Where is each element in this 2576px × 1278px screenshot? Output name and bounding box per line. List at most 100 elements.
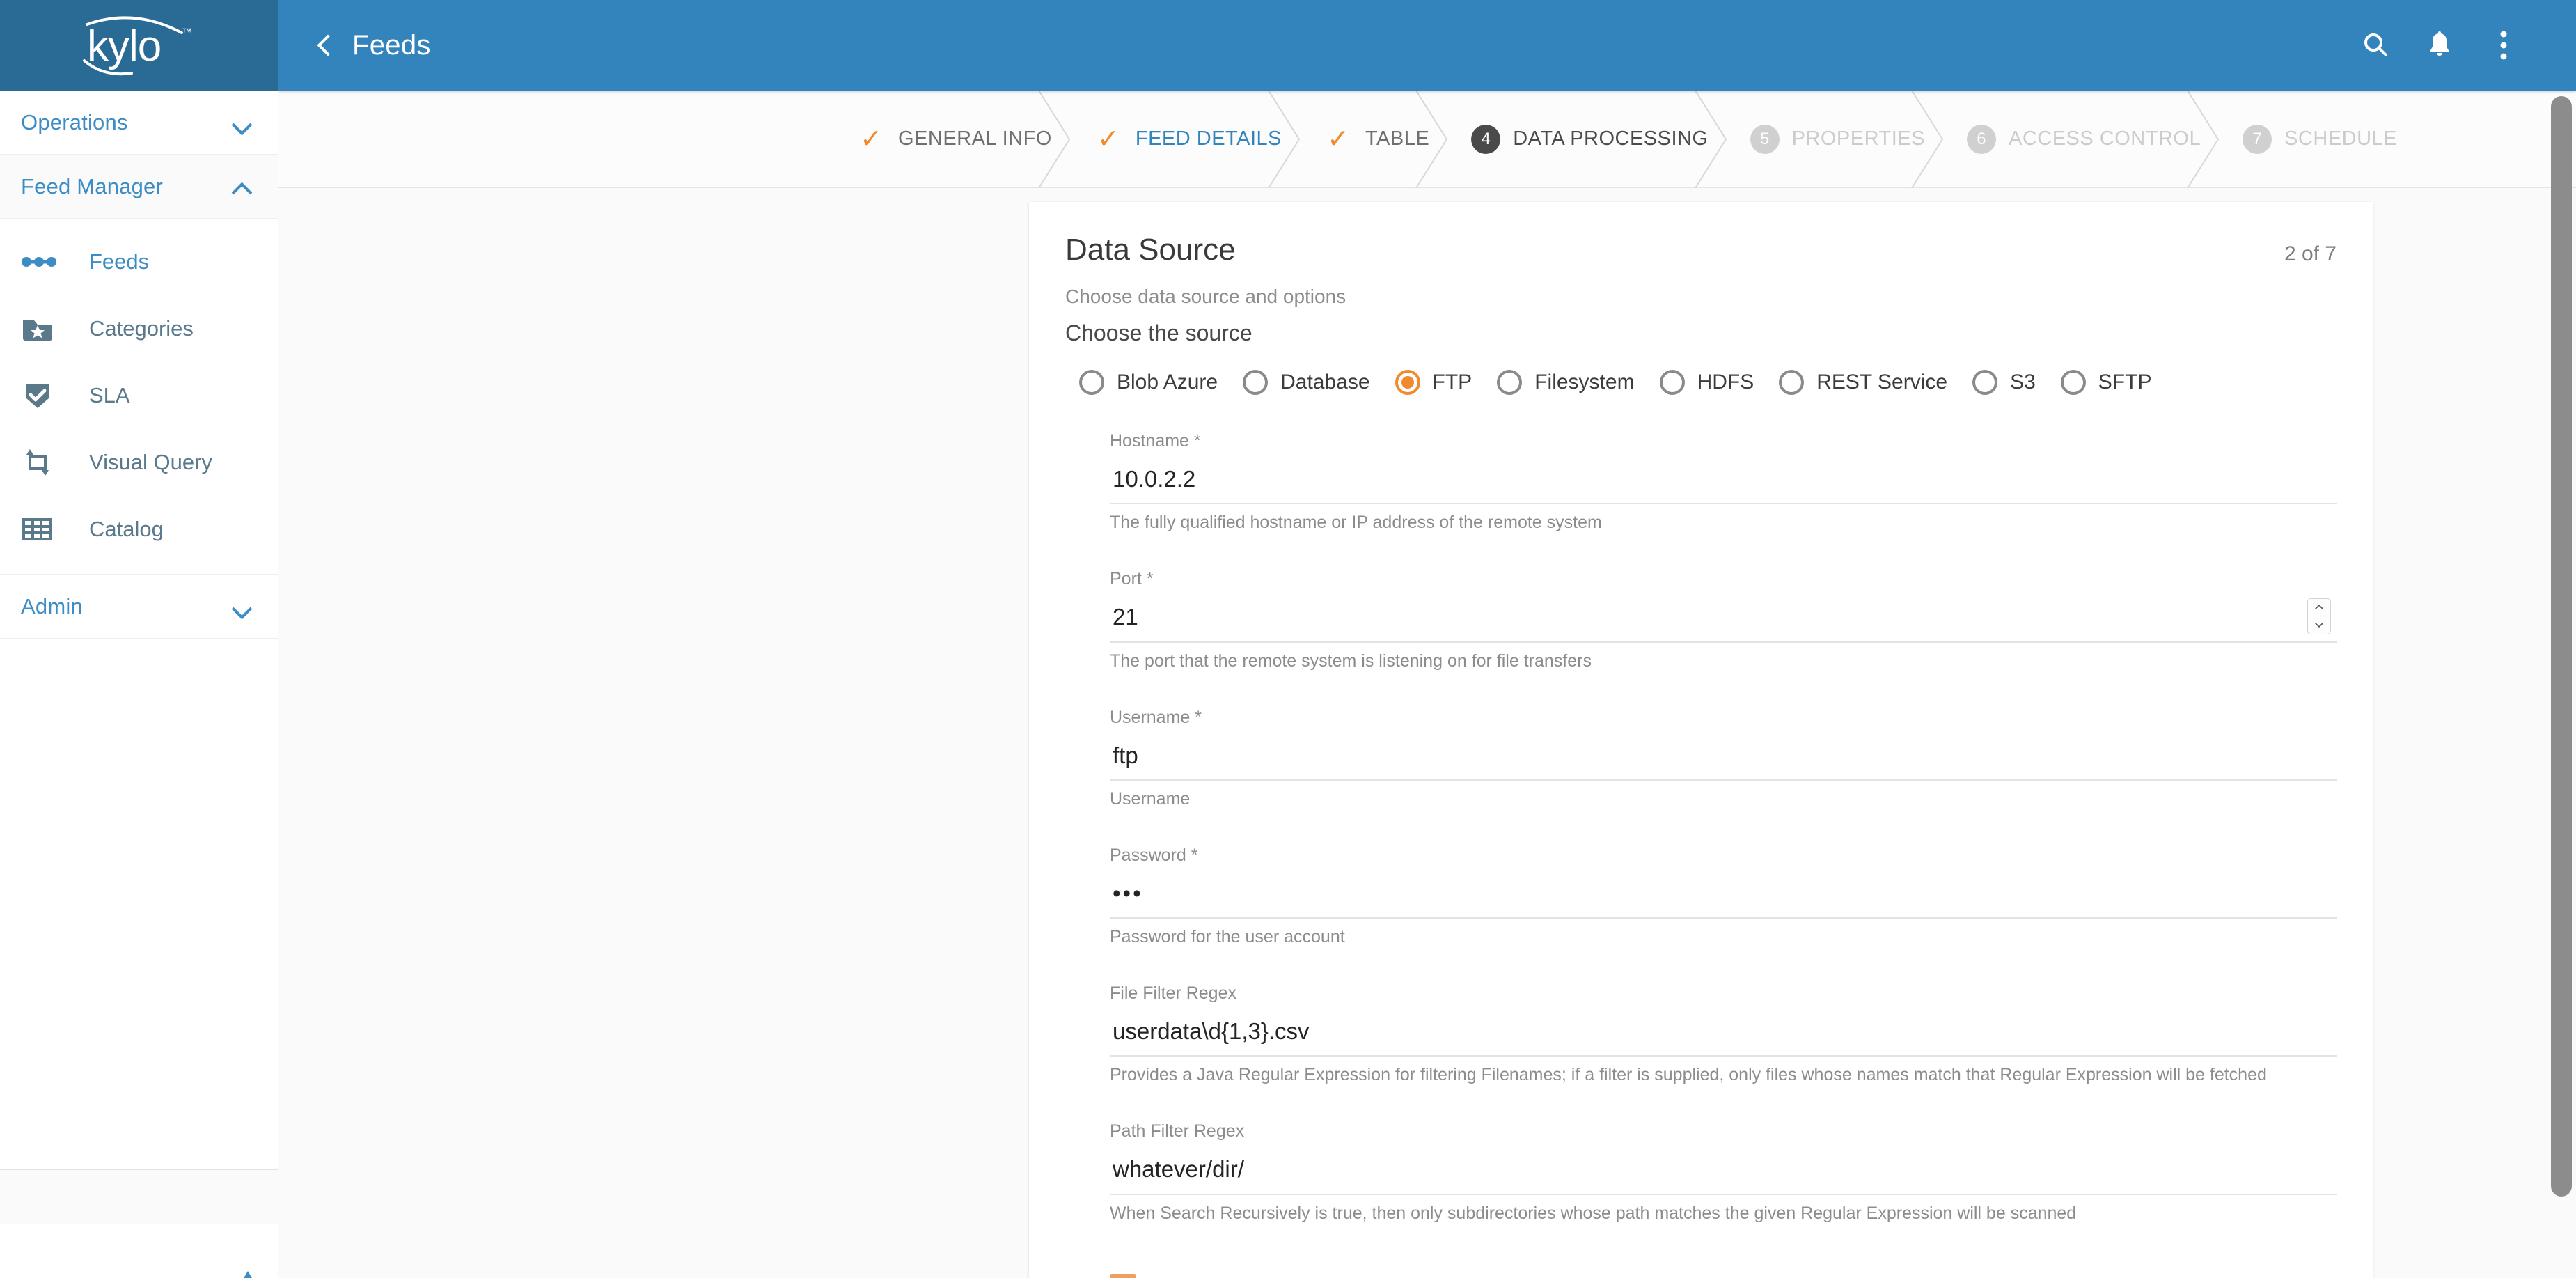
field-path-filter-regex-hint: When Search Recursively is true, then on… bbox=[1110, 1203, 2337, 1224]
field-username-hint: Username bbox=[1110, 789, 2337, 809]
radio-option-rest-service-label: REST Service bbox=[1816, 371, 1947, 394]
step-schedule[interactable]: 7 SCHEDULE bbox=[2222, 91, 2418, 187]
field-file-filter-regex-hint: Provides a Java Regular Expression for f… bbox=[1110, 1065, 2337, 1085]
radio-option-filesystem[interactable]: Filesystem bbox=[1497, 370, 1634, 395]
radio-option-hdfs[interactable]: HDFS bbox=[1660, 370, 1754, 395]
password-input[interactable]: ••• bbox=[1110, 866, 2337, 919]
sidebar-group-admin-label: Admin bbox=[21, 594, 83, 619]
sidebar-item-feeds[interactable]: Feeds bbox=[0, 228, 278, 295]
sidebar-group-admin[interactable]: Admin bbox=[0, 575, 278, 639]
sidebar-group-feed-manager[interactable]: Feed Manager bbox=[0, 155, 278, 219]
step-counter: 2 of 7 bbox=[2284, 233, 2337, 266]
visual-query-transform-icon bbox=[21, 446, 64, 478]
step-data-processing-label: DATA PROCESSING bbox=[1513, 127, 1708, 150]
path-filter-regex-input[interactable]: whatever/dir/ bbox=[1110, 1141, 2337, 1194]
chevron-down-icon bbox=[233, 117, 253, 128]
chevron-up-icon bbox=[233, 181, 253, 192]
search-recursively-label: Search Recursively bbox=[1154, 1275, 1340, 1278]
field-password-value: ••• bbox=[1113, 881, 1143, 906]
wizard-stepper: ✓ GENERAL INFO ✓ FEED DETAILS ✓ TABLE bbox=[278, 91, 2576, 188]
field-hostname-value: 10.0.2.2 bbox=[1113, 467, 1195, 492]
sidebar: kylo ™ Operations Feed Manager bbox=[0, 0, 278, 1278]
field-password-hint: Password for the user account bbox=[1110, 927, 2337, 947]
field-port-hint: The port that the remote system is liste… bbox=[1110, 651, 2337, 671]
radio-circle-icon bbox=[1243, 370, 1268, 395]
radio-circle-selected-icon bbox=[1395, 370, 1420, 395]
step-properties[interactable]: 5 PROPERTIES bbox=[1729, 91, 1946, 187]
sidebar-group-operations-label: Operations bbox=[21, 110, 128, 135]
step-check-icon: ✓ bbox=[1094, 125, 1123, 154]
port-stepper[interactable] bbox=[2307, 598, 2331, 634]
step-number: 4 bbox=[1471, 125, 1500, 154]
sidebar-item-catalog-label: Catalog bbox=[89, 517, 164, 542]
sidebar-item-sla[interactable]: SLA bbox=[0, 362, 278, 429]
app-root: kylo ™ Operations Feed Manager bbox=[0, 0, 2576, 1278]
back-chevron-icon[interactable] bbox=[306, 26, 345, 65]
sidebar-footer-divider bbox=[0, 1169, 278, 1224]
field-username: Username * ftp Username bbox=[1065, 708, 2337, 809]
radio-option-blob-azure[interactable]: Blob Azure bbox=[1079, 370, 1218, 395]
step-number-badge: 7 bbox=[2243, 125, 2272, 154]
radio-option-rest-service[interactable]: REST Service bbox=[1779, 370, 1947, 395]
search-recursively-row[interactable]: ✓ Search Recursively bbox=[1065, 1274, 2337, 1278]
radio-option-database[interactable]: Database bbox=[1243, 370, 1369, 395]
step-schedule-label: SCHEDULE bbox=[2284, 127, 2397, 150]
step-number: 5 bbox=[1750, 125, 1780, 154]
step-feed-details-label: FEED DETAILS bbox=[1136, 127, 1282, 150]
field-file-filter-regex-value: userdata\d{1,3}.csv bbox=[1113, 1019, 1310, 1044]
field-port-label: Port * bbox=[1110, 569, 2337, 589]
stepper-down-icon[interactable] bbox=[2307, 616, 2331, 634]
page-title: Feeds bbox=[352, 30, 431, 61]
notifications-bell-icon[interactable] bbox=[2408, 13, 2472, 77]
username-input[interactable]: ftp bbox=[1110, 728, 2337, 781]
card-subtitle: Choose data source and options bbox=[1065, 286, 2337, 308]
radio-option-ftp[interactable]: FTP bbox=[1395, 370, 1472, 395]
kylo-logo[interactable]: kylo ™ bbox=[59, 12, 219, 79]
stepper-leading-space bbox=[278, 91, 835, 187]
port-input[interactable]: 21 bbox=[1110, 589, 2337, 642]
brand-logo-bar: kylo ™ bbox=[0, 0, 278, 91]
top-toolbar: Feeds bbox=[278, 0, 2576, 91]
radio-circle-icon bbox=[1660, 370, 1685, 395]
radio-option-s3[interactable]: S3 bbox=[1972, 370, 2036, 395]
more-vertical-icon[interactable] bbox=[2472, 13, 2536, 77]
choose-source-heading: Choose the source bbox=[1065, 320, 2337, 346]
step-feed-details[interactable]: ✓ FEED DETAILS bbox=[1073, 91, 1303, 187]
svg-text:™: ™ bbox=[182, 26, 192, 38]
sidebar-item-categories-label: Categories bbox=[89, 316, 194, 341]
step-check-icon: ✓ bbox=[856, 125, 886, 154]
stepper-up-icon[interactable] bbox=[2307, 598, 2331, 616]
step-properties-label: PROPERTIES bbox=[1792, 127, 1925, 150]
data-source-card: Data Source 2 of 7 Choose data source an… bbox=[1029, 202, 2373, 1278]
radio-option-sftp[interactable]: SFTP bbox=[2061, 370, 2152, 395]
sidebar-item-catalog[interactable]: Catalog bbox=[0, 496, 278, 563]
radio-option-blob-azure-label: Blob Azure bbox=[1117, 371, 1218, 394]
radio-option-hdfs-label: HDFS bbox=[1697, 371, 1754, 394]
step-general-info[interactable]: ✓ GENERAL INFO bbox=[835, 91, 1073, 187]
step-table[interactable]: ✓ TABLE bbox=[1303, 91, 1450, 187]
step-data-processing[interactable]: 4 DATA PROCESSING bbox=[1450, 91, 1729, 187]
sidebar-item-feeds-label: Feeds bbox=[89, 249, 149, 274]
sidebar-item-visual-query[interactable]: Visual Query bbox=[0, 429, 278, 496]
file-filter-regex-input[interactable]: userdata\d{1,3}.csv bbox=[1110, 1004, 2337, 1057]
search-icon[interactable] bbox=[2343, 13, 2408, 77]
search-recursively-checkbox[interactable]: ✓ bbox=[1110, 1274, 1136, 1278]
field-password-label: Password * bbox=[1110, 845, 2337, 866]
step-number: 6 bbox=[1967, 125, 1996, 154]
step-access-control[interactable]: 6 ACCESS CONTROL bbox=[1946, 91, 2222, 187]
sidebar-group-operations[interactable]: Operations bbox=[0, 91, 278, 155]
radio-option-filesystem-label: Filesystem bbox=[1534, 371, 1634, 394]
step-table-label: TABLE bbox=[1365, 127, 1429, 150]
hostname-input[interactable]: 10.0.2.2 bbox=[1110, 451, 2337, 504]
sidebar-item-categories[interactable]: Categories bbox=[0, 295, 278, 362]
field-port-value: 21 bbox=[1113, 605, 1138, 630]
field-password: Password * ••• Password for the user acc… bbox=[1065, 845, 2337, 947]
field-hostname: Hostname * 10.0.2.2 The fully qualified … bbox=[1065, 431, 2337, 533]
field-file-filter-regex-label: File Filter Regex bbox=[1110, 983, 2337, 1004]
vertical-scrollbar[interactable] bbox=[2551, 96, 2572, 1265]
sidebar-group-feed-manager-label: Feed Manager bbox=[21, 174, 163, 199]
field-path-filter-regex: Path Filter Regex whatever/dir/ When Sea… bbox=[1065, 1121, 2337, 1223]
radio-circle-icon bbox=[1079, 370, 1104, 395]
scrollbar-thumb[interactable] bbox=[2551, 96, 2572, 1197]
chevron-down-icon bbox=[233, 601, 253, 612]
